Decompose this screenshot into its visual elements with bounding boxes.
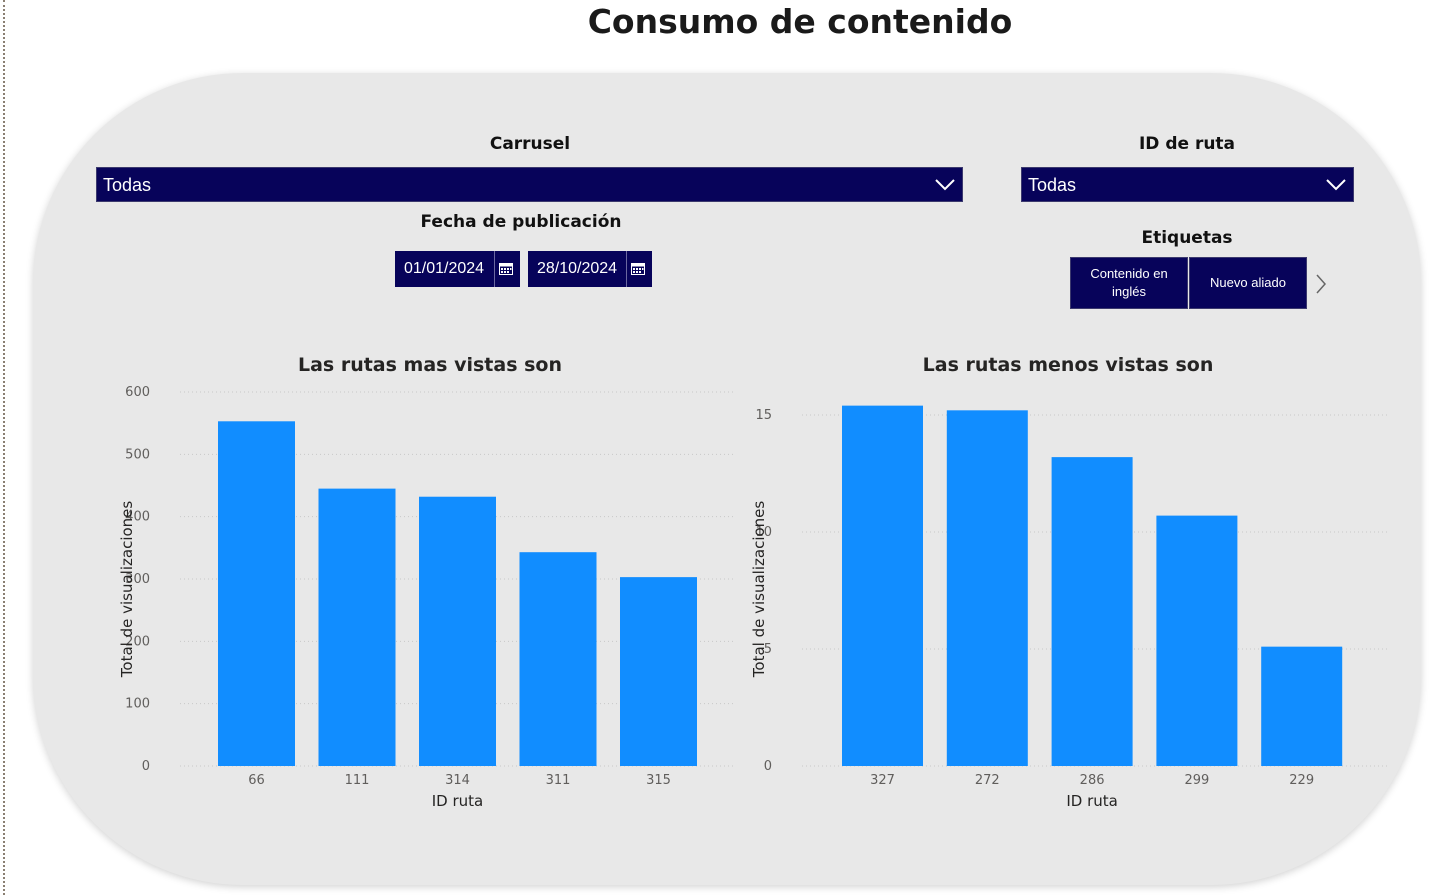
id-ruta-slicer-title: ID de ruta [1138, 134, 1236, 154]
y-tick-label: 600 [125, 385, 150, 400]
carrusel-dropdown-value: Todas [103, 175, 152, 195]
start-date-input[interactable]: 01/01/2024 [395, 251, 520, 287]
x-tick-label: 272 [975, 773, 1000, 788]
tag-button-label: Nuevo aliado [1210, 275, 1286, 290]
calendar-icon[interactable] [494, 251, 517, 287]
y-axis-label: Total de visualizaciones [118, 501, 136, 679]
x-tick-label: 66 [248, 773, 265, 788]
y-tick-label: 100 [125, 697, 150, 712]
bar-chart-menos-vistas: 051015327 272 286 299 229ID rutaTotal de vis… [750, 405, 1388, 810]
chevron-down-icon [935, 179, 955, 191]
bar [1156, 515, 1238, 766]
x-axis-label: ID ruta [1066, 792, 1118, 810]
x-tick-label: 111 [345, 773, 370, 788]
id-ruta-dropdown-value: Todas [1028, 175, 1077, 195]
chart-title-mas-vistas: Las rutas mas vistas son [297, 354, 563, 376]
y-tick-label: 15 [755, 408, 772, 423]
y-axis-label: Total de visualizaciones [750, 501, 768, 679]
x-axis-label: ID ruta [432, 792, 484, 810]
fecha-slicer-title: Fecha de publicación [420, 212, 622, 232]
x-tick-label: 299 [1184, 773, 1209, 788]
chart-title-menos-vistas: Las rutas menos vistas son [922, 354, 1214, 376]
end-date-value: 28/10/2024 [537, 260, 618, 277]
page-title: Consumo de contenido [587, 2, 1013, 41]
tag-button-label: Contenido en inglés [1090, 266, 1168, 299]
page-border [3, 0, 5, 895]
x-tick-label: 327 [870, 773, 895, 788]
id-ruta-dropdown[interactable]: Todas [1021, 167, 1354, 202]
y-tick-label: 500 [125, 447, 150, 462]
bar [419, 496, 496, 766]
x-tick-label: 311 [546, 773, 571, 788]
tag-button-nuevo-aliado[interactable]: Nuevo aliado [1189, 257, 1307, 309]
calendar-icon[interactable] [626, 251, 649, 287]
bar [318, 488, 396, 766]
end-date-input[interactable]: 28/10/2024 [528, 251, 652, 287]
chevron-right-icon[interactable] [1312, 272, 1330, 296]
tag-button-contenido-en-ingles[interactable]: Contenido en inglés [1070, 257, 1188, 309]
chevron-down-icon [1326, 179, 1346, 191]
x-tick-label: 286 [1080, 773, 1105, 788]
y-tick-label: 0 [764, 759, 772, 774]
x-tick-label: 314 [445, 773, 470, 788]
bar [1051, 457, 1133, 766]
x-tick-label: 315 [646, 773, 671, 788]
x-tick-label: 229 [1289, 773, 1314, 788]
carrusel-dropdown[interactable]: Todas [96, 167, 963, 202]
start-date-value: 01/01/2024 [404, 260, 485, 277]
y-tick-label: 0 [142, 759, 150, 774]
bar-chart-mas-vistas: 010020030040050060066 111 314 311 315ID ruta… [118, 385, 735, 810]
bar [519, 552, 597, 766]
bar [946, 410, 1028, 766]
bar [1261, 646, 1343, 766]
bar [218, 421, 295, 766]
bar [842, 405, 923, 766]
carrusel-slicer-title: Carrusel [489, 134, 571, 154]
bar [620, 577, 697, 766]
etiquetas-slicer-title: Etiquetas [1141, 228, 1233, 248]
